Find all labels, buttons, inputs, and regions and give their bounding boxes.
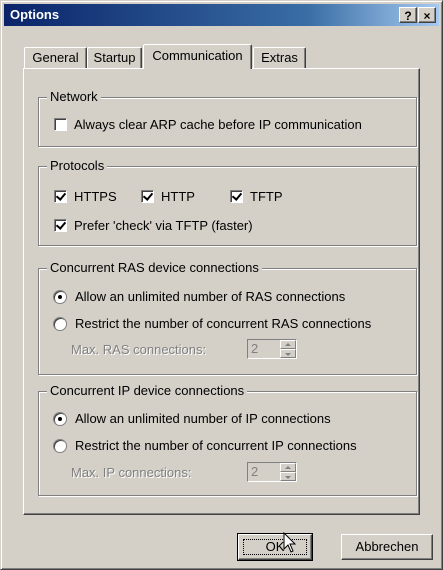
ip-unlimited-option[interactable]: Allow an unlimited number of IP connecti…: [53, 411, 331, 426]
tftp-label: TFTP: [250, 189, 283, 204]
prefer-check-option[interactable]: Prefer 'check' via TFTP (faster): [54, 218, 253, 233]
tab-communication[interactable]: Communication: [143, 44, 252, 69]
ip-restrict-label: Restrict the number of concurrent IP con…: [75, 438, 357, 453]
https-checkbox[interactable]: [54, 190, 67, 203]
ras-group-title: Concurrent RAS device connections: [47, 260, 262, 276]
up-arrow-icon: [285, 466, 291, 469]
ras-unlimited-label: Allow an unlimited number of RAS connect…: [75, 289, 346, 304]
ras-max-label: Max. RAS connections:: [71, 342, 207, 357]
https-label: HTTPS: [74, 189, 117, 204]
title-bar[interactable]: Options ? ×: [4, 4, 439, 26]
help-button[interactable]: ?: [399, 7, 417, 23]
mouse-pointer-icon: [283, 531, 297, 557]
ras-max-value[interactable]: 2: [248, 340, 280, 358]
http-option[interactable]: HTTP: [141, 189, 195, 204]
ip-max-label: Max. IP connections:: [71, 465, 192, 480]
clear-arp-option[interactable]: Always clear ARP cache before IP communi…: [54, 117, 362, 132]
ip-spin-up-button[interactable]: [280, 463, 296, 472]
ip-spin-buttons: [280, 463, 296, 481]
http-checkbox[interactable]: [141, 190, 154, 203]
ip-max-value[interactable]: 2: [248, 463, 280, 481]
protocols-group: Protocols: [38, 158, 417, 246]
ras-spin-up-button[interactable]: [280, 340, 296, 349]
ras-unlimited-option[interactable]: Allow an unlimited number of RAS connect…: [53, 289, 345, 304]
ip-restrict-radio[interactable]: [53, 438, 67, 453]
prefer-check-checkbox[interactable]: [54, 219, 67, 232]
network-group-title: Network: [47, 89, 101, 105]
ras-unlimited-radio[interactable]: [53, 289, 67, 304]
ip-max-row: Max. IP connections:: [71, 465, 191, 480]
ras-max-spinner[interactable]: 2: [247, 339, 297, 359]
tab-general[interactable]: General: [24, 47, 87, 69]
ras-spin-buttons: [280, 340, 296, 358]
tftp-checkbox[interactable]: [230, 190, 243, 203]
ras-spin-down-button[interactable]: [280, 349, 296, 358]
down-arrow-icon: [285, 353, 291, 356]
clear-arp-checkbox[interactable]: [54, 118, 67, 131]
down-arrow-icon: [285, 476, 291, 479]
window-title: Options: [10, 7, 60, 22]
ip-restrict-option[interactable]: Restrict the number of concurrent IP con…: [53, 438, 357, 453]
close-button[interactable]: ×: [418, 7, 436, 23]
ip-max-spinner[interactable]: 2: [247, 462, 297, 482]
ip-spin-down-button[interactable]: [280, 472, 296, 481]
tftp-option[interactable]: TFTP: [230, 189, 283, 204]
prefer-check-label: Prefer 'check' via TFTP (faster): [74, 218, 253, 233]
ip-unlimited-label: Allow an unlimited number of IP connecti…: [75, 411, 331, 426]
tab-extras[interactable]: Extras: [253, 47, 306, 69]
ras-max-row: Max. RAS connections:: [71, 342, 206, 357]
up-arrow-icon: [285, 343, 291, 346]
ok-button[interactable]: OK: [237, 533, 313, 561]
tab-startup[interactable]: Startup: [87, 47, 142, 69]
https-option[interactable]: HTTPS: [54, 189, 117, 204]
ip-unlimited-radio[interactable]: [53, 411, 67, 426]
ras-restrict-label: Restrict the number of concurrent RAS co…: [75, 316, 372, 331]
ip-group-title: Concurrent IP device connections: [47, 383, 248, 399]
cancel-button[interactable]: Abbrechen: [341, 534, 433, 560]
http-label: HTTP: [161, 189, 195, 204]
clear-arp-label: Always clear ARP cache before IP communi…: [74, 117, 362, 132]
protocols-group-title: Protocols: [47, 158, 108, 174]
ras-restrict-radio[interactable]: [53, 316, 67, 331]
ras-restrict-option[interactable]: Restrict the number of concurrent RAS co…: [53, 316, 371, 331]
